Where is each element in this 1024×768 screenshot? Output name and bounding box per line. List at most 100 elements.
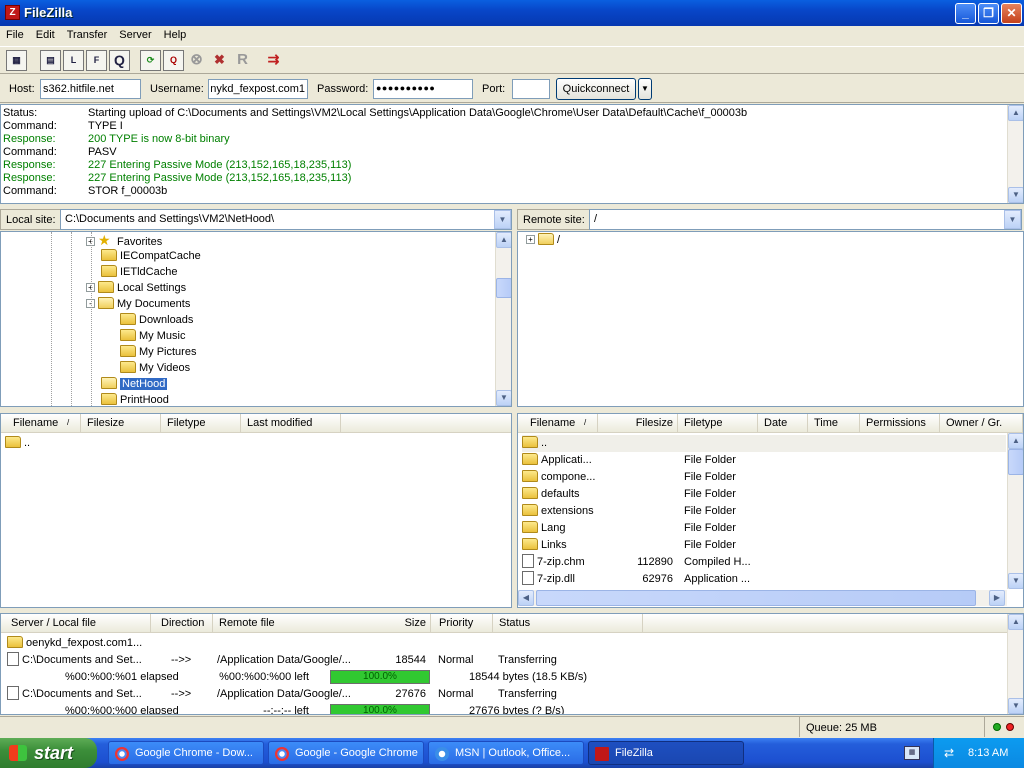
remote-tree-root[interactable]: + / [526, 232, 560, 248]
col-filetype[interactable]: Filetype [678, 414, 758, 432]
menu-help[interactable]: Help [158, 26, 193, 43]
scroll-up-icon[interactable]: ▲ [1008, 614, 1023, 630]
scroll-down-icon[interactable]: ▼ [496, 390, 511, 406]
password-input[interactable]: ●●●●●●●●●● [373, 79, 473, 99]
maximize-button[interactable]: ❐ [978, 3, 999, 24]
table-row[interactable]: Lang File Folder [522, 520, 1006, 537]
scroll-up-icon[interactable]: ▲ [496, 232, 511, 248]
menu-file[interactable]: File [0, 26, 30, 43]
col-priority[interactable]: Priority [433, 614, 493, 632]
table-row[interactable]: 7-zip.chm 112890 Compiled H... [522, 554, 1006, 571]
tree-item[interactable]: PrintHood [101, 392, 169, 406]
toggle-queue-icon[interactable]: Q [109, 50, 130, 71]
tree-item[interactable]: NetHood [101, 376, 168, 392]
remote-path-input[interactable]: / [589, 209, 1022, 230]
tree-item[interactable]: IECompatCache [101, 248, 201, 264]
remote-tree[interactable]: + / [517, 231, 1024, 407]
col-filetype[interactable]: Filetype [161, 414, 241, 432]
col-permissions[interactable]: Permissions [860, 414, 940, 432]
menu-server[interactable]: Server [113, 26, 157, 43]
tree-item[interactable]: Downloads [120, 312, 193, 328]
tree-item[interactable]: - My Documents [86, 296, 190, 312]
scroll-up-icon[interactable]: ▲ [1008, 105, 1023, 121]
table-row[interactable]: compone... File Folder [522, 469, 1006, 486]
expand-icon[interactable]: + [526, 235, 535, 244]
table-row[interactable]: Links File Folder [522, 537, 1006, 554]
tree-item[interactable]: My Pictures [120, 344, 196, 360]
queue-item[interactable]: C:\Documents and Set... -->>/Application … [7, 652, 997, 669]
scroll-down-icon[interactable]: ▼ [1008, 187, 1023, 203]
taskbar-item[interactable]: Google - Google Chrome [268, 741, 424, 765]
remote-list-hscrollbar[interactable]: ◀ ▶ [518, 590, 1007, 606]
tree-item[interactable]: My Videos [120, 360, 190, 376]
scroll-left-icon[interactable]: ◀ [518, 590, 534, 606]
queue-item[interactable]: C:\Documents and Set... -->>/Application … [7, 686, 997, 703]
compare-icon[interactable]: ⇉ [263, 50, 284, 71]
table-row[interactable]: 7-zip.dll 62976 Application ... [522, 571, 1006, 588]
queue-scrollbar[interactable]: ▲ ▼ [1007, 614, 1023, 714]
local-tree[interactable]: + ★ Favorites IECompatCache IETldCache + Local… [0, 231, 512, 407]
taskbar-item[interactable]: Google Chrome - Dow... [108, 741, 264, 765]
minimize-button[interactable]: _ [955, 3, 976, 24]
toggle-remote-tree-icon[interactable]: F [86, 50, 107, 71]
table-row[interactable]: extensions File Folder [522, 503, 1006, 520]
taskbar-item[interactable]: FileZilla [588, 741, 744, 765]
remote-path-dropdown-icon[interactable]: ▼ [1004, 210, 1021, 229]
scroll-thumb[interactable] [1008, 449, 1023, 475]
title-bar[interactable]: Z FileZilla _ ❐ ✕ [0, 0, 1024, 26]
remote-list-scrollbar[interactable]: ▲ ▼ [1007, 433, 1023, 589]
tree-item[interactable]: + ★ Favorites [86, 232, 162, 248]
taskbar-item[interactable]: MSN | Outlook, Office... [428, 741, 584, 765]
col-direction[interactable]: Direction [151, 614, 213, 632]
reconnect-icon[interactable]: R [232, 50, 253, 71]
scroll-thumb[interactable] [496, 278, 511, 298]
port-input[interactable] [512, 79, 550, 99]
keyboard-icon[interactable]: ▦ [904, 746, 920, 760]
quickconnect-button[interactable]: Quickconnect [556, 78, 636, 100]
col-filesize[interactable]: Filesize [598, 414, 678, 432]
scroll-down-icon[interactable]: ▼ [1008, 698, 1023, 714]
message-log[interactable]: Status: Starting upload of C:\Documents a… [0, 104, 1024, 204]
site-manager-icon[interactable]: ▦ [6, 50, 27, 71]
col-last-modified[interactable]: Last modified [241, 414, 341, 432]
col-time[interactable]: Time [808, 414, 860, 432]
col-status[interactable]: Status [493, 614, 643, 632]
tree-item[interactable]: My Music [120, 328, 185, 344]
menu-transfer[interactable]: Transfer [61, 26, 114, 43]
col-server-local-file[interactable]: Server / Local file [1, 614, 151, 632]
close-button[interactable]: ✕ [1001, 3, 1022, 24]
disconnect-icon[interactable]: ✖ [209, 50, 230, 71]
local-tree-scrollbar[interactable]: ▲ ▼ [495, 232, 511, 406]
col-filesize[interactable]: Filesize [81, 414, 161, 432]
table-row[interactable]: Applicati... File Folder [522, 452, 1006, 469]
scroll-down-icon[interactable]: ▼ [1008, 573, 1023, 589]
toggle-local-tree-icon[interactable]: L [63, 50, 84, 71]
col-date[interactable]: Date [758, 414, 808, 432]
local-file-list[interactable]: Filename / Filesize Filetype Last modifi… [0, 413, 512, 608]
log-scrollbar[interactable]: ▲ ▼ [1007, 105, 1023, 203]
table-row[interactable]: defaults File Folder [522, 486, 1006, 503]
scroll-thumb[interactable] [536, 590, 976, 606]
network-icon[interactable]: ⇄ [944, 746, 960, 760]
cancel-icon[interactable]: ⊗ [186, 50, 207, 71]
col-filename[interactable]: Filename / [518, 414, 598, 432]
toggle-log-icon[interactable]: ▤ [40, 50, 61, 71]
tree-item[interactable]: IETldCache [101, 264, 177, 280]
col-filename[interactable]: Filename / [1, 414, 81, 432]
remote-file-list[interactable]: Filename / Filesize Filetype Date Time Pe… [517, 413, 1024, 608]
col-size[interactable]: Size [391, 614, 431, 632]
host-input[interactable]: s362.hitfile.net [40, 79, 141, 99]
quickconnect-dropdown-icon[interactable]: ▼ [638, 78, 652, 100]
transfer-queue[interactable]: Server / Local file Direction Remote fil… [0, 613, 1024, 715]
col-owner-group[interactable]: Owner / Gr. [940, 414, 1023, 432]
scroll-up-icon[interactable]: ▲ [1008, 433, 1023, 449]
local-path-input[interactable]: C:\Documents and Settings\VM2\NetHood\ [60, 209, 512, 230]
menu-edit[interactable]: Edit [30, 26, 61, 43]
refresh-icon[interactable]: ⟳ [140, 50, 161, 71]
tree-item[interactable]: + Local Settings [86, 280, 186, 296]
clock[interactable]: 8:13 AM [968, 747, 1008, 759]
username-input[interactable]: nykd_fexpost.com1 [208, 79, 308, 99]
start-button[interactable]: start [0, 738, 97, 768]
scroll-right-icon[interactable]: ▶ [989, 590, 1005, 606]
table-row[interactable]: .. [522, 435, 1006, 452]
